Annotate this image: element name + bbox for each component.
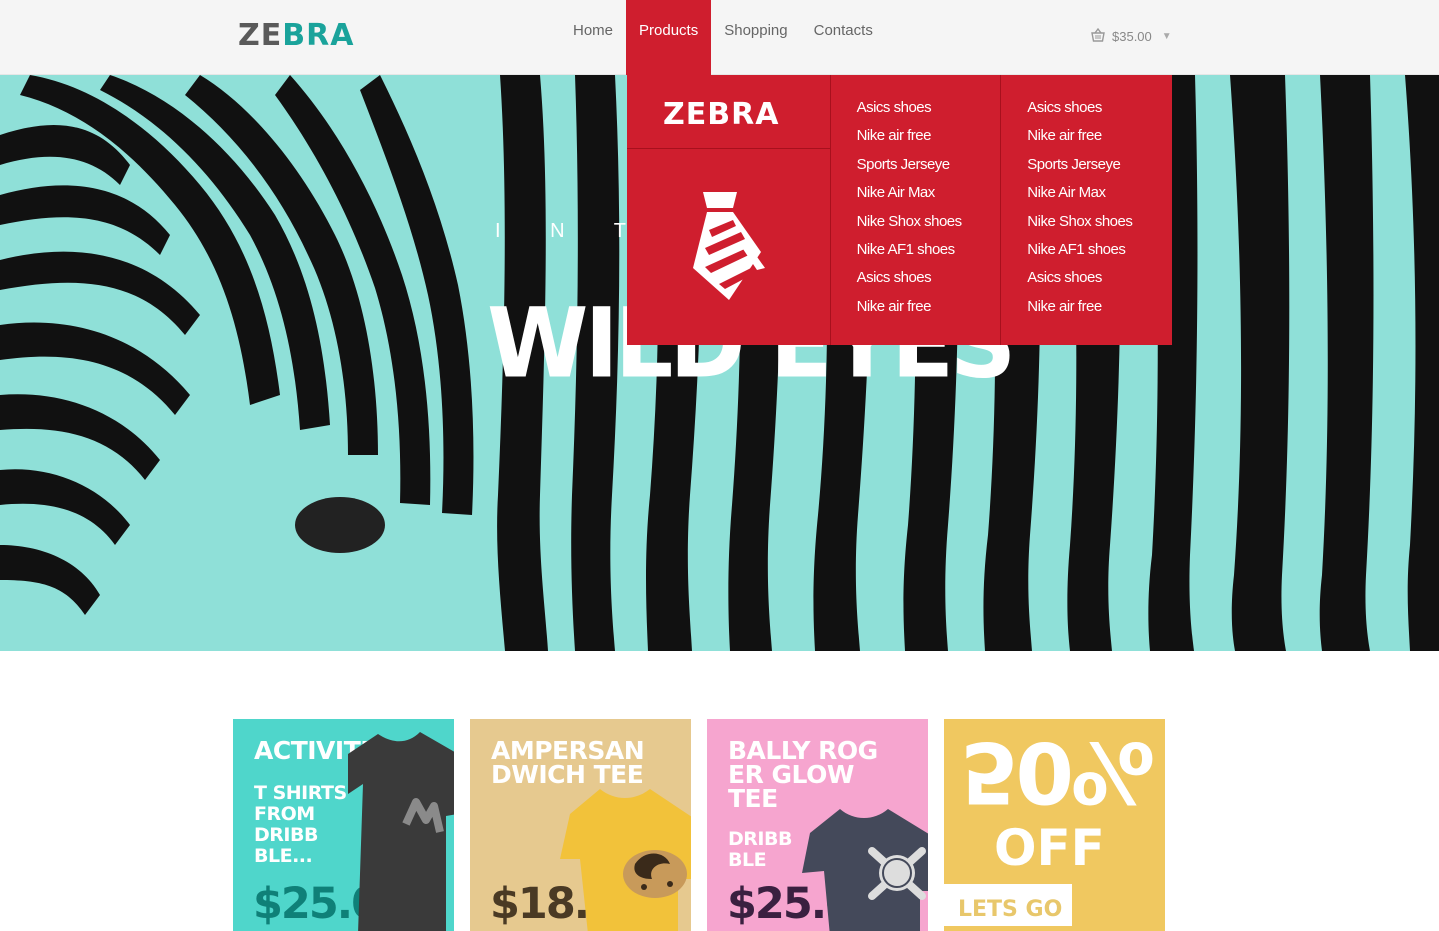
mega-menu-column-2: Asics shoes Nike air free Sports Jerseye… xyxy=(1001,75,1172,345)
tshirt-image xyxy=(348,732,454,931)
menu-link[interactable]: Nike Shox shoes xyxy=(857,213,1001,241)
menu-link[interactable]: Sports Jerseye xyxy=(857,156,1001,184)
menu-link[interactable]: Sports Jerseye xyxy=(1027,156,1172,184)
sale-off-label: OFF xyxy=(994,819,1105,877)
tshirt-image xyxy=(560,789,691,931)
menu-link[interactable]: Nike air free xyxy=(1027,127,1172,155)
menu-link[interactable]: Nike AF1 shoes xyxy=(857,241,1001,269)
promo-subtitle: T SHIRTS FROM DRIBB BLE... xyxy=(254,782,347,867)
menu-link[interactable]: Asics shoes xyxy=(857,99,1001,127)
promo-card-ampersandwich[interactable]: AMPERSAN DWICH TEE $18.00 xyxy=(470,719,691,931)
menu-link[interactable]: Nike air free xyxy=(857,298,1001,326)
menu-link[interactable]: Nike Air Max xyxy=(857,184,1001,212)
promo-subtitle: DRIBB BLE xyxy=(728,828,792,871)
promo-card-activite[interactable]: ACTIVITE T SHIRTS FROM DRIBB BLE... $25.… xyxy=(233,719,454,931)
logo-part-ze: ZE xyxy=(238,18,283,53)
chevron-down-icon: ▼ xyxy=(1161,31,1172,42)
menu-link[interactable]: Nike Shox shoes xyxy=(1027,213,1172,241)
nav-shopping[interactable]: Shopping xyxy=(711,0,800,75)
menu-link[interactable]: Nike Air Max xyxy=(1027,184,1172,212)
promo-card-ballyroger[interactable]: BALLY ROG ER GLOW TEE DRIBB BLE $25.00 xyxy=(707,719,928,931)
promo-card-sale[interactable]: 50% OFF LETS GO xyxy=(944,719,1165,931)
menu-link[interactable]: Asics shoes xyxy=(1027,99,1172,127)
promo-cards: ACTIVITE T SHIRTS FROM DRIBB BLE... $25.… xyxy=(233,719,1165,931)
promo-title: AMPERSAN DWICH TEE xyxy=(491,736,645,789)
menu-link[interactable]: Nike air free xyxy=(1027,298,1172,326)
basket-icon xyxy=(1090,27,1106,45)
lets-go-button[interactable]: LETS GO xyxy=(944,884,1072,926)
nav-home[interactable]: Home xyxy=(560,0,626,75)
cart-dropdown[interactable]: $35.00 ▼ xyxy=(1090,27,1172,45)
tie-icon xyxy=(689,190,769,310)
mega-menu-column-1: Asics shoes Nike air free Sports Jerseye… xyxy=(831,75,1002,345)
tshirt-image xyxy=(802,809,928,931)
nav-products[interactable]: Products xyxy=(626,0,712,75)
nav-contacts[interactable]: Contacts xyxy=(801,0,886,75)
site-logo[interactable]: ZEBRA xyxy=(238,18,354,53)
main-nav: Home Products Shopping Contacts xyxy=(560,0,886,75)
mega-menu-logo: ZEBRA xyxy=(627,75,830,149)
menu-link[interactable]: Asics shoes xyxy=(857,269,1001,297)
sale-percentage: 50% xyxy=(960,723,1153,821)
products-mega-menu: ZEBRA Asics shoes Nike air free Sports J… xyxy=(627,75,1172,345)
mega-menu-brand-panel: ZEBRA xyxy=(627,75,831,345)
site-header: ZEBRA Home Products Shopping Contacts $3… xyxy=(0,0,1439,75)
logo-part-bra: BRA xyxy=(282,18,355,53)
menu-link[interactable]: Nike air free xyxy=(857,127,1001,155)
promo-title: BALLY ROG ER GLOW TEE xyxy=(728,736,878,813)
cart-total: $35.00 xyxy=(1112,29,1152,44)
menu-link[interactable]: Asics shoes xyxy=(1027,269,1172,297)
menu-link[interactable]: Nike AF1 shoes xyxy=(1027,241,1172,269)
